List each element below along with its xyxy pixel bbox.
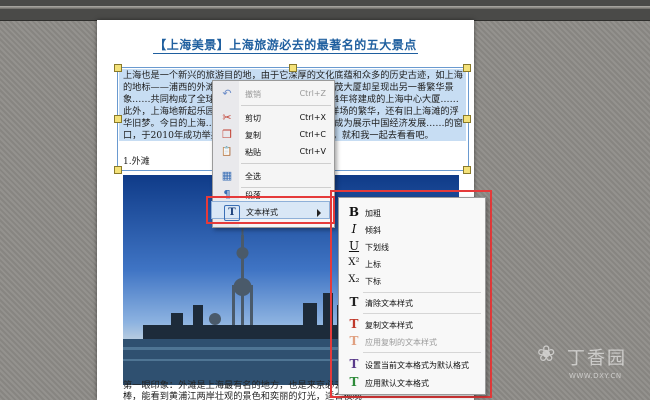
copy-style-icon: T xyxy=(349,317,359,331)
shortcut-label: Ctrl+C xyxy=(299,130,326,139)
copy-icon: ❐ xyxy=(222,128,232,141)
apply-default-style-icon: T xyxy=(349,375,359,389)
menu-separator xyxy=(241,105,331,106)
menu-item-label: 粘贴 xyxy=(245,148,261,157)
resize-handle-top[interactable] xyxy=(289,64,297,72)
submenu-item-apply-default-style[interactable]: T 应用默认文本格式 xyxy=(339,374,485,391)
superscript-icon: X² xyxy=(348,257,360,268)
submenu-item-clear-style[interactable]: T 清除文本样式 xyxy=(339,294,485,311)
submenu-item-label: 应用默认文本格式 xyxy=(365,379,429,388)
title-underline xyxy=(153,53,418,54)
scissors-icon: ✂ xyxy=(222,111,232,124)
resize-handle-right[interactable] xyxy=(463,115,471,123)
resize-handle-bottom-right[interactable] xyxy=(463,166,471,174)
menu-item-label: 文本样式 xyxy=(246,208,278,217)
shortcut-label: Ctrl+X xyxy=(299,113,326,122)
italic-icon: I xyxy=(351,222,357,236)
frame-rule xyxy=(0,6,650,9)
submenu-item-label: 下标 xyxy=(365,277,381,286)
apply-copied-style-icon: T xyxy=(349,334,359,348)
submenu-item-apply-copied-style[interactable]: T 应用复制的文本样式 xyxy=(339,333,485,350)
flower-logo-icon: ❀ xyxy=(537,342,556,367)
subscript-icon: X₂ xyxy=(348,274,360,285)
watermark: ❀ 丁香园 WWW.DXY.CN xyxy=(537,338,647,398)
text-style-highlight-frame: T 文本样式 xyxy=(206,196,335,224)
submenu-item-label: 下划线 xyxy=(365,243,389,252)
document-title: 【上海美景】上海旅游必去的最著名的五大景点 xyxy=(154,38,417,52)
top-frame-bar xyxy=(0,0,650,21)
shortcut-label: Ctrl+V xyxy=(299,147,326,156)
watermark-text: 丁香园 xyxy=(567,348,627,369)
submenu-item-set-default-style[interactable]: T 设置当前文本格式为默认格式 xyxy=(339,356,485,373)
underline-icon: U xyxy=(348,239,360,253)
menu-item-paste[interactable]: 📋 粘贴 Ctrl+V xyxy=(213,141,334,163)
set-default-style-icon: T xyxy=(349,357,359,371)
paste-icon: 📋 xyxy=(221,147,233,157)
menu-item-label: 剪切 xyxy=(245,114,261,123)
menu-item-undo[interactable]: ↶ 撤销 Ctrl+Z xyxy=(213,83,334,105)
submenu-item-label: 加粗 xyxy=(365,209,381,218)
submenu-item-underline[interactable]: U 下划线 xyxy=(339,238,485,255)
submenu-separator xyxy=(363,313,481,314)
resize-handle-top-left[interactable] xyxy=(114,64,122,72)
submenu-item-bold[interactable]: B 加粗 xyxy=(339,204,485,221)
text-style-icon: T xyxy=(224,205,240,221)
submenu-arrow-icon xyxy=(317,209,321,217)
submenu-item-superscript[interactable]: X² 上标 xyxy=(339,255,485,272)
submenu-item-label: 上标 xyxy=(365,260,381,269)
menu-item-label: 全选 xyxy=(245,172,261,181)
submenu-item-subscript[interactable]: X₂ 下标 xyxy=(339,272,485,289)
submenu-item-label: 倾斜 xyxy=(365,226,381,235)
submenu-item-italic[interactable]: I 倾斜 xyxy=(339,221,485,238)
bold-icon: B xyxy=(348,205,360,219)
submenu-item-label: 清除文本样式 xyxy=(365,299,413,308)
text-style-submenu[interactable]: B 加粗 I 倾斜 U 下划线 X² 上标 X₂ 下标 T 清除文本样式 T 复… xyxy=(338,197,486,395)
submenu-item-label: 设置当前文本格式为默认格式 xyxy=(365,361,469,370)
resize-handle-bottom-left[interactable] xyxy=(114,166,122,174)
menu-item-text-style[interactable]: T 文本样式 xyxy=(211,201,330,221)
undo-icon: ↶ xyxy=(222,87,232,100)
resize-handle-top-right[interactable] xyxy=(463,64,471,72)
section-heading: 1.外滩 xyxy=(123,157,150,167)
select-all-icon: ▦ xyxy=(221,169,233,182)
menu-item-label: 复制 xyxy=(245,131,261,140)
submenu-item-copy-style[interactable]: T 复制文本样式 xyxy=(339,316,485,333)
submenu-separator xyxy=(363,292,481,293)
submenu-separator xyxy=(363,352,481,353)
shortcut-label: Ctrl+Z xyxy=(299,89,326,98)
watermark-url: WWW.DXY.CN xyxy=(569,372,622,380)
menu-item-label: 撤销 xyxy=(245,90,261,99)
submenu-item-label: 复制文本样式 xyxy=(365,321,413,330)
resize-handle-left[interactable] xyxy=(114,115,122,123)
menu-separator xyxy=(241,163,331,164)
clear-style-icon: T xyxy=(349,295,359,309)
submenu-item-label: 应用复制的文本样式 xyxy=(365,338,437,347)
